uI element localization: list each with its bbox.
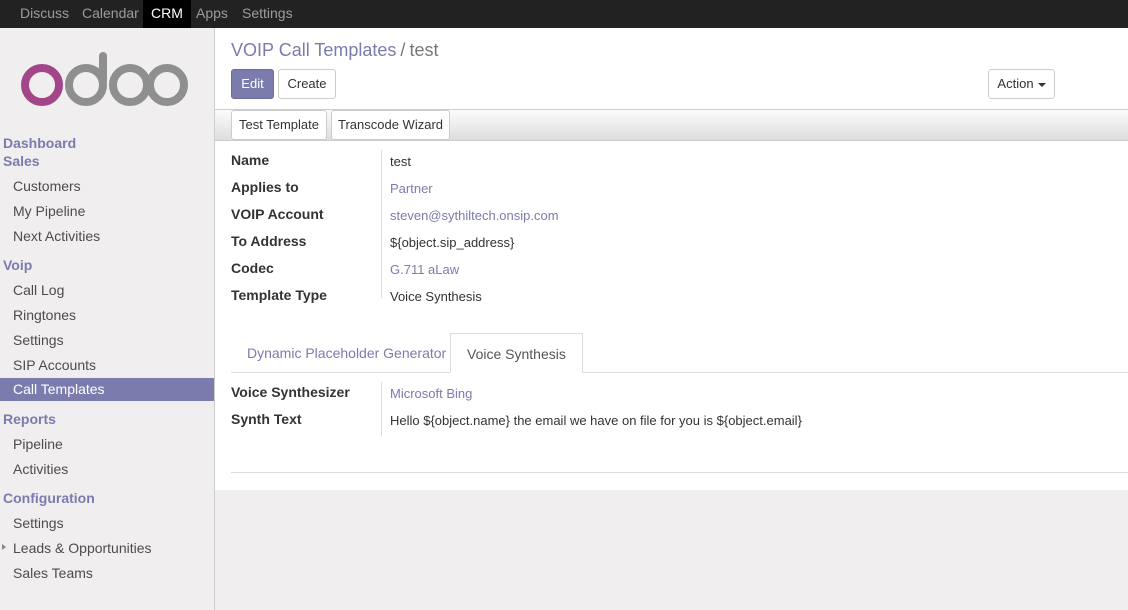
- control-panel: VOIP Call Templates / test Edit Create Act…: [215, 28, 1128, 110]
- sidebar-section-voip: Voip: [3, 257, 33, 273]
- tab-dynamic-placeholder-generator[interactable]: Dynamic Placeholder Generator: [231, 333, 462, 373]
- sidebar-item-voip-settings[interactable]: Settings: [13, 332, 64, 348]
- sidebar-item-ringtones[interactable]: Ringtones: [13, 307, 76, 323]
- field-value-codec[interactable]: G.711 aLaw: [390, 262, 459, 277]
- field-label-codec: Codec: [231, 260, 274, 276]
- field-value-to-address: ${object.sip_address}: [390, 235, 515, 250]
- top-navbar: Discuss Calendar CRM Apps Settings: [0, 0, 1128, 28]
- sidebar-section-reports: Reports: [3, 411, 56, 427]
- breadcrumb-current: test: [409, 40, 439, 60]
- action-dropdown[interactable]: Action: [988, 69, 1055, 99]
- menu-settings[interactable]: Settings: [234, 0, 301, 28]
- odoo-logo[interactable]: [20, 50, 190, 108]
- sidebar-item-config-settings[interactable]: Settings: [13, 515, 64, 531]
- field-label-applies-to: Applies to: [231, 179, 299, 195]
- field-value-name: test: [390, 154, 411, 169]
- test-template-button[interactable]: Test Template: [231, 110, 327, 140]
- field-value-synth-text: Hello ${object.name} the email we have o…: [390, 413, 802, 428]
- sidebar-item-sip-accounts[interactable]: SIP Accounts: [13, 357, 96, 373]
- sidebar-section-dashboard[interactable]: Dashboard: [3, 135, 76, 151]
- sidebar-item-call-templates[interactable]: Call Templates: [0, 378, 214, 401]
- field-value-voice-synthesizer[interactable]: Microsoft Bing: [390, 386, 472, 401]
- edit-button[interactable]: Edit: [231, 69, 274, 99]
- field-label-voip-account: VOIP Account: [231, 206, 324, 222]
- breadcrumb: VOIP Call Templates / test: [231, 40, 438, 61]
- statusbar: Test Template Transcode Wizard: [215, 110, 1128, 141]
- sidebar-item-customers[interactable]: Customers: [13, 178, 81, 194]
- field-value-applies-to[interactable]: Partner: [390, 181, 433, 196]
- field-label-to-address: To Address: [231, 233, 307, 249]
- sidebar-item-my-pipeline[interactable]: My Pipeline: [13, 203, 85, 219]
- caret-right-icon: [2, 544, 6, 550]
- field-value-template-type: Voice Synthesis: [390, 289, 482, 304]
- sidebar-item-call-log[interactable]: Call Log: [13, 282, 64, 298]
- sidebar-item-next-activities[interactable]: Next Activities: [13, 228, 100, 244]
- tab-voice-synthesis[interactable]: Voice Synthesis: [450, 333, 583, 373]
- form-bottom-divider: [231, 472, 1128, 473]
- create-button[interactable]: Create: [278, 69, 336, 99]
- sidebar-item-sales-teams[interactable]: Sales Teams: [13, 565, 93, 581]
- sidebar-section-sales: Sales: [3, 153, 40, 169]
- breadcrumb-parent-link[interactable]: VOIP Call Templates: [231, 40, 396, 60]
- sidebar-item-report-activities[interactable]: Activities: [13, 461, 68, 477]
- field-label-name: Name: [231, 152, 270, 168]
- field-separator-line: [381, 150, 382, 298]
- field-label-voice-synthesizer: Voice Synthesizer: [231, 384, 350, 400]
- sidebar-section-configuration: Configuration: [3, 490, 95, 506]
- transcode-wizard-button[interactable]: Transcode Wizard: [331, 110, 450, 140]
- field-label-template-type: Template Type: [231, 287, 327, 303]
- field-label-synth-text: Synth Text: [231, 411, 302, 427]
- breadcrumb-separator: /: [400, 40, 406, 60]
- field-value-voip-account[interactable]: steven@sythiltech.onsip.com: [390, 208, 559, 223]
- create-button-label: Create: [287, 76, 327, 91]
- sidebar-item-leads-opportunities[interactable]: Leads & Opportunities: [13, 540, 152, 556]
- chevron-down-icon: [1037, 82, 1046, 87]
- menu-crm[interactable]: CRM: [143, 0, 191, 28]
- menu-apps[interactable]: Apps: [188, 0, 236, 28]
- tab-field-separator-line: [381, 382, 382, 436]
- sidebar: Dashboard Sales Customers My Pipeline Ne…: [0, 28, 215, 610]
- action-label: Action: [997, 76, 1034, 91]
- form-sheet: Test Template Transcode Wizard Name test…: [215, 110, 1128, 490]
- menu-calendar[interactable]: Calendar: [74, 0, 147, 28]
- menu-discuss[interactable]: Discuss: [12, 0, 77, 28]
- sidebar-item-report-pipeline[interactable]: Pipeline: [13, 436, 63, 452]
